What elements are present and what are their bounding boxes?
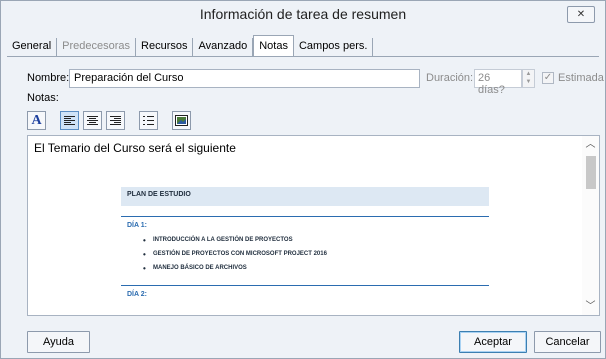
align-center-button[interactable]: [83, 111, 102, 130]
notes-toolbar: A: [27, 111, 191, 130]
duration-input: 26 días?: [474, 69, 522, 96]
close-button[interactable]: ✕: [567, 6, 595, 23]
tab-predecessors: Predecesoras: [57, 38, 137, 56]
list-item: GESTIÓN DE PROYECTOS CON MICROSOFT PROJE…: [121, 250, 489, 259]
list-item: INTRODUCCIÓN A LA GESTIÓN DE PROYECTOS: [121, 236, 489, 245]
cancel-button[interactable]: Cancelar: [534, 331, 601, 353]
notes-label: Notas:: [27, 92, 59, 104]
name-input[interactable]: Preparación del Curso: [69, 69, 420, 88]
name-label: Nombre:: [27, 72, 70, 84]
font-button[interactable]: A: [27, 111, 46, 130]
align-right-icon: [110, 116, 121, 125]
embedded-document: PLAN DE ESTUDIO DÍA 1: INTRODUCCIÓN A LA…: [121, 187, 489, 298]
scrollbar-thumb[interactable]: [586, 156, 596, 189]
day-2-label: DÍA 2:: [121, 285, 489, 298]
study-plan-heading: PLAN DE ESTUDIO: [121, 187, 489, 206]
day-1-label: DÍA 1:: [121, 216, 489, 229]
notes-editor[interactable]: El Temario del Curso será el siguiente P…: [27, 135, 600, 316]
scroll-up-icon[interactable]: ︿: [582, 136, 599, 153]
font-icon: A: [31, 112, 42, 128]
align-right-button[interactable]: [106, 111, 125, 130]
tab-strip: General Predecesoras Recursos Avanzado N…: [7, 35, 374, 56]
notes-intro-text: El Temario del Curso será el siguiente: [34, 141, 236, 155]
summary-task-info-dialog: Información de tarea de resumen ✕ Genera…: [0, 0, 606, 359]
duration-label: Duración:: [426, 72, 474, 84]
estimated-checkbox: ✓: [542, 72, 554, 84]
title-bar: Información de tarea de resumen ✕: [1, 1, 605, 27]
help-button[interactable]: Ayuda: [27, 331, 90, 353]
list-item: MANEJO BÁSICO DE ARCHIVOS: [121, 264, 489, 273]
estimated-label: Estimada: [558, 72, 604, 84]
tab-notes[interactable]: Notas: [253, 35, 294, 56]
insert-object-button[interactable]: [172, 111, 191, 130]
window-title: Información de tarea de resumen: [199, 6, 407, 22]
tab-general[interactable]: General: [7, 38, 58, 56]
tab-advanced[interactable]: Avanzado: [193, 38, 254, 56]
duration-spinner: ▲ ▼: [522, 69, 535, 88]
bullet-list-icon: [143, 116, 154, 125]
align-left-button[interactable]: [60, 111, 79, 130]
vertical-scrollbar[interactable]: ︿ ﹀: [582, 136, 599, 315]
scroll-down-icon[interactable]: ﹀: [582, 298, 599, 315]
ok-button[interactable]: Aceptar: [459, 331, 527, 353]
insert-object-icon: [175, 115, 188, 126]
tab-resources[interactable]: Recursos: [136, 38, 194, 56]
bullet-list-button[interactable]: [139, 111, 158, 130]
tab-custom-fields[interactable]: Campos pers.: [294, 38, 374, 56]
align-center-icon: [87, 116, 98, 125]
align-left-icon: [64, 116, 75, 125]
